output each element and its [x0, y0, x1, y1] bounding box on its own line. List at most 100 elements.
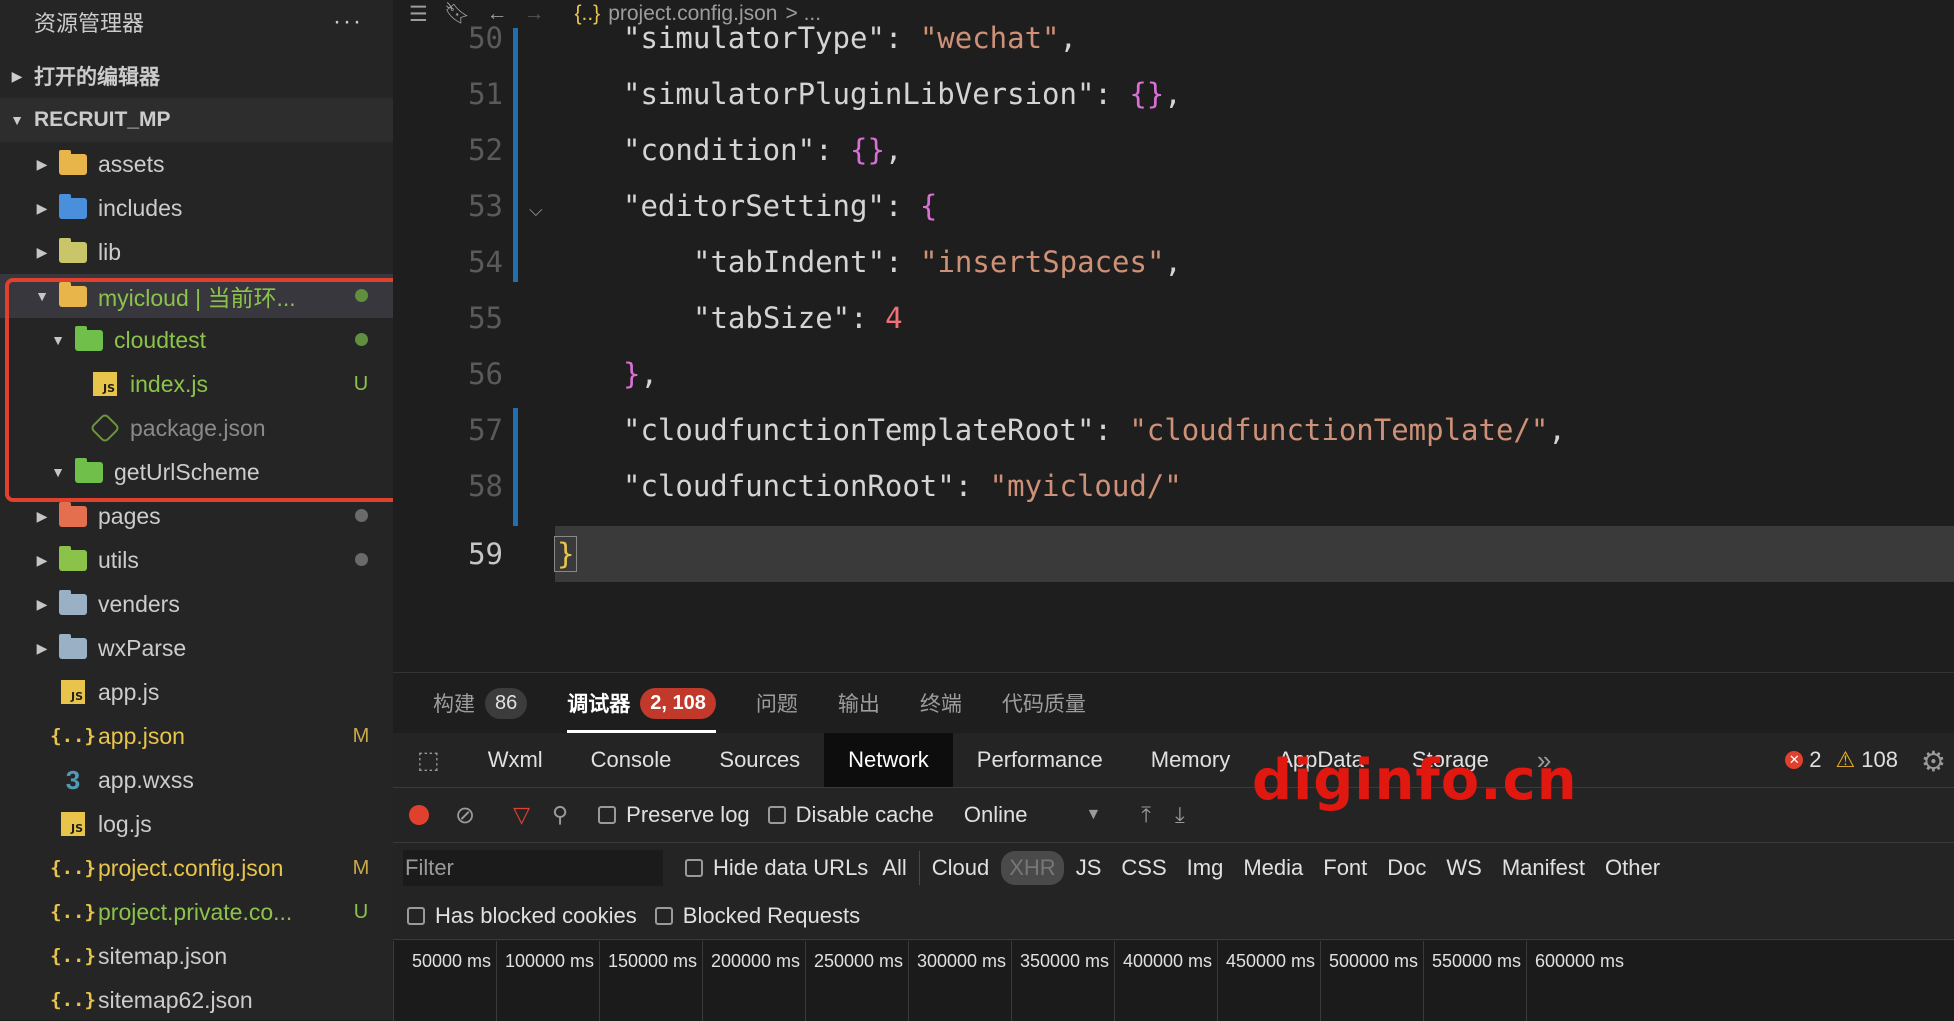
json-key: "tabIndent" — [693, 245, 886, 279]
preserve-log-checkbox[interactable]: Preserve log — [598, 802, 750, 828]
chevron-right-icon: ▶ — [36, 199, 48, 216]
tab-memory[interactable]: Memory — [1127, 733, 1254, 787]
type-filter-media[interactable]: Media — [1235, 851, 1311, 885]
code-line[interactable]: 57 "cloudfunctionTemplateRoot": "cloudfu… — [393, 402, 1954, 458]
tree-item-project-config-json[interactable]: {..} project.config.json M — [0, 846, 393, 890]
type-filter-doc[interactable]: Doc — [1379, 851, 1434, 885]
tree-item-project-private-json[interactable]: {..} project.private.co... U — [0, 890, 393, 934]
checkbox-label: Hide data URLs — [713, 855, 869, 880]
tree-item-venders[interactable]: ▶ venders — [0, 582, 393, 626]
count-badge: 2, 108 — [640, 687, 716, 719]
timeline-tick: 350000 ms — [1011, 941, 1115, 1021]
wxss-file-icon: 3 — [65, 764, 81, 795]
type-filter-ws[interactable]: WS — [1438, 851, 1489, 885]
folder-utils-icon — [58, 545, 88, 573]
warning-count: 108 — [1861, 747, 1898, 772]
tab-terminal[interactable]: 终端 — [920, 673, 962, 733]
export-har-icon[interactable]: ⤓ — [1175, 802, 1185, 828]
throttle-select[interactable]: Online ▼ — [964, 802, 1101, 828]
code-line[interactable]: 56 }, — [393, 346, 1954, 402]
tab-code-quality[interactable]: 代码质量 — [1002, 673, 1086, 733]
chevron-down-icon: ▼ — [10, 112, 24, 128]
hide-data-urls-checkbox[interactable]: Hide data URLs — [685, 855, 868, 881]
type-filter-all[interactable]: All — [874, 851, 914, 885]
git-status: M — [352, 856, 370, 879]
tab-label: 调试器 — [567, 693, 631, 716]
inspect-element-icon[interactable]: ⬚ — [393, 733, 464, 787]
disable-cache-checkbox[interactable]: Disable cache — [767, 802, 934, 828]
tree-item-utils[interactable]: ▶ utils — [0, 538, 393, 582]
clear-icon[interactable]: ⊘ — [455, 801, 475, 830]
tree-item-label: log.js — [98, 810, 152, 837]
type-filter-js[interactable]: JS — [1068, 851, 1110, 885]
import-har-icon[interactable]: ⤒ — [1141, 802, 1151, 828]
tab-problems[interactable]: 问题 — [756, 673, 798, 733]
tab-wxml[interactable]: Wxml — [464, 733, 567, 787]
tree-item-log-js[interactable]: JS log.js — [0, 802, 393, 846]
tab-output[interactable]: 输出 — [838, 673, 880, 733]
json-key: "tabSize" — [693, 301, 851, 335]
has-blocked-cookies-checkbox[interactable]: Has blocked cookies — [407, 903, 637, 929]
type-filter-css[interactable]: CSS — [1113, 851, 1174, 885]
more-actions-button[interactable]: ··· — [333, 8, 363, 36]
blocked-filter-bar: Has blocked cookies Blocked Requests — [393, 893, 1954, 940]
punctuation: , — [1164, 77, 1182, 111]
tree-item-lib[interactable]: ▶ lib — [0, 230, 393, 274]
type-filter-other[interactable]: Other — [1597, 851, 1668, 885]
chevron-right-icon: ▶ — [36, 155, 48, 172]
type-filter-manifest[interactable]: Manifest — [1494, 851, 1593, 885]
code-line-active[interactable]: 59 } — [393, 526, 1954, 582]
timeline-tick: 600000 ms — [1526, 941, 1630, 1021]
code-line[interactable]: 51 "simulatorPluginLibVersion": {}, — [393, 66, 1954, 122]
code-line[interactable]: 52 "condition": {}, — [393, 122, 1954, 178]
type-filter-cloud[interactable]: Cloud — [918, 851, 997, 885]
tab-performance[interactable]: Performance — [953, 733, 1127, 787]
tab-sources[interactable]: Sources — [695, 733, 824, 787]
json-value: "myicloud/" — [989, 469, 1182, 503]
code-editor[interactable]: ☰ 🔖︎ ← → {..} project.config.json > ... … — [393, 0, 1954, 672]
type-filter-img[interactable]: Img — [1179, 851, 1232, 885]
open-editors-section[interactable]: ▶ 打开的编辑器 — [0, 54, 393, 98]
filter-icon[interactable]: ▽ — [513, 802, 530, 828]
tree-item-includes[interactable]: ▶ includes — [0, 186, 393, 230]
timeline-tick: 300000 ms — [908, 941, 1012, 1021]
tree-item-app-json[interactable]: {..} app.json M — [0, 714, 393, 758]
code-line[interactable]: 53 "editorSetting": { — [393, 178, 1954, 234]
record-button[interactable] — [409, 805, 429, 825]
filter-input[interactable]: Filter — [403, 850, 663, 886]
punctuation: , — [1059, 21, 1077, 55]
network-timeline[interactable]: 50000 ms 100000 ms 150000 ms 200000 ms 2… — [393, 941, 1954, 1021]
tree-item-wxparse[interactable]: ▶ wxParse — [0, 626, 393, 670]
search-icon[interactable]: ⚲ — [552, 802, 568, 828]
tab-console[interactable]: Console — [567, 733, 696, 787]
tree-item-label: lib — [98, 238, 122, 265]
code-line[interactable]: 50 "simulatorType": "wechat", — [393, 10, 1954, 66]
code-line[interactable]: 58 "cloudfunctionRoot": "myicloud/" — [393, 458, 1954, 514]
issue-counts[interactable]: ✕ 2 ⚠ 108 — [1785, 733, 1898, 787]
tab-label: 问题 — [755, 693, 798, 716]
js-file-icon: JS — [58, 811, 88, 837]
tree-item-app-js[interactable]: JS app.js — [0, 670, 393, 714]
tree-item-assets[interactable]: ▶ assets — [0, 142, 393, 186]
line-number: 57 — [468, 413, 503, 447]
tree-item-sitemap-json[interactable]: {..} sitemap.json — [0, 934, 393, 978]
tab-debugger[interactable]: 调试器 2, 108 — [567, 673, 716, 733]
highlight-box — [5, 278, 421, 502]
tree-item-sitemap62-json[interactable]: {..} sitemap62.json — [0, 978, 393, 1020]
warning-icon: ⚠ — [1835, 747, 1856, 772]
code-line[interactable]: 55 "tabSize": 4 — [393, 290, 1954, 346]
project-section[interactable]: ▼ RECRUIT_MP — [0, 98, 393, 142]
json-value: "cloudfunctionTemplate/" — [1129, 413, 1549, 447]
type-filter-xhr[interactable]: XHR — [1001, 851, 1064, 885]
json-key: "simulatorType" — [623, 21, 885, 55]
blocked-requests-checkbox[interactable]: Blocked Requests — [654, 903, 860, 929]
tab-build[interactable]: 构建 86 — [433, 673, 528, 733]
punctuation: , — [640, 357, 658, 391]
tab-network[interactable]: Network — [824, 733, 953, 787]
punctuation: , — [1164, 245, 1182, 279]
timeline-tick: 100000 ms — [496, 941, 600, 1021]
tree-item-app-wxss[interactable]: 3 app.wxss — [0, 758, 393, 802]
code-line[interactable]: 54 "tabIndent": "insertSpaces", — [393, 234, 1954, 290]
type-filter-font[interactable]: Font — [1315, 851, 1375, 885]
gear-icon[interactable]: ⚙ — [1921, 745, 1946, 778]
